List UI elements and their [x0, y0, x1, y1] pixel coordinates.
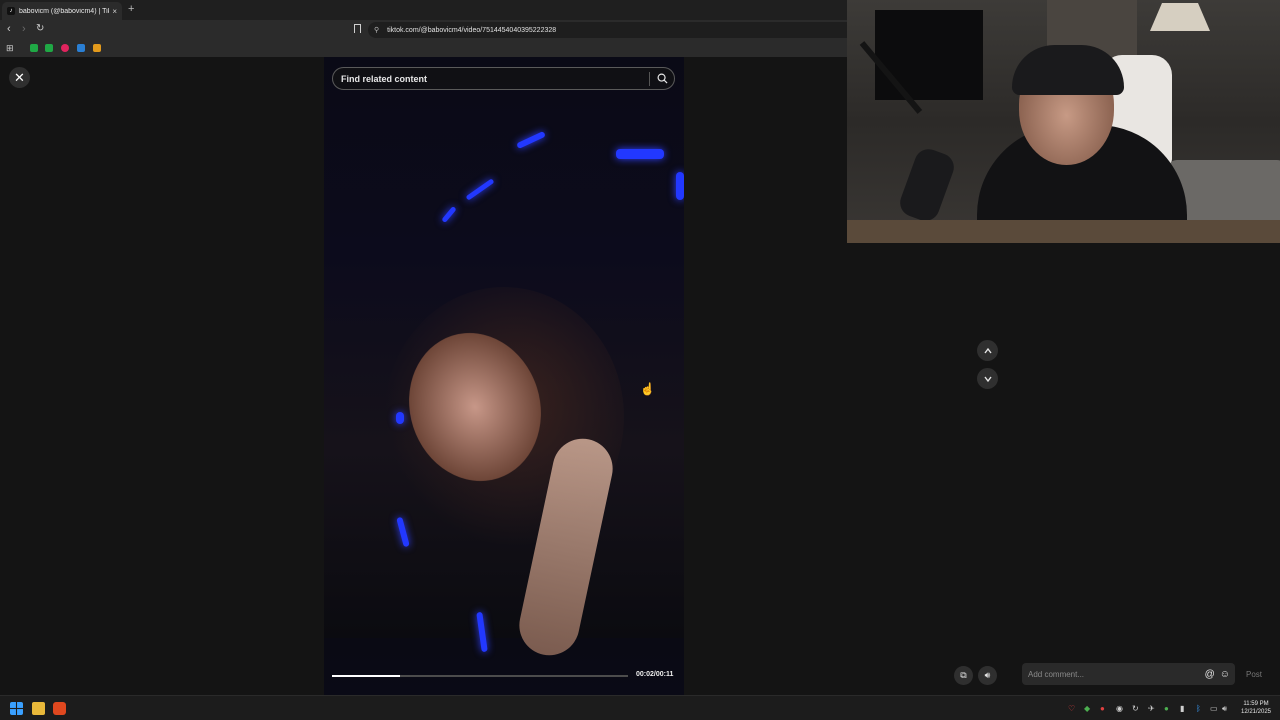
tray-network-icon[interactable]: ▭ [1210, 704, 1218, 713]
browser-toolbar: ‹ › ↻ ⚲ tiktok.com/@babovicm4/video/7514… [0, 20, 847, 40]
webcam-tv [875, 10, 983, 100]
bookmark-icon[interactable] [354, 24, 361, 33]
search-bar[interactable] [332, 67, 675, 90]
browser-tab-strip: ♪ babovicm (@babovicm4) | Tik × + [0, 0, 847, 20]
mention-icon[interactable]: @ [1205, 669, 1215, 680]
tray-nvidia-icon[interactable]: ◆ [1084, 704, 1090, 713]
address-bar[interactable]: ⚲ tiktok.com/@babovicm4/video/7514454040… [368, 22, 847, 38]
clock-time: 11:59 PM [1243, 701, 1269, 707]
url-text: tiktok.com/@babovicm4/video/751445404039… [387, 26, 557, 34]
forward-icon[interactable]: › [22, 23, 26, 35]
bookmark-gmail-icon[interactable] [93, 44, 101, 52]
floating-player-button[interactable]: ⧉ [954, 666, 973, 685]
neon-light [676, 172, 684, 200]
tab-close-icon[interactable]: × [112, 7, 117, 16]
bookmark-sheets-icon[interactable] [30, 44, 38, 52]
tiktok-favicon-icon: ♪ [7, 7, 15, 15]
file-explorer-icon[interactable] [32, 702, 45, 715]
reload-icon[interactable]: ↻ [36, 23, 44, 34]
tray-usb-icon[interactable]: ▮ [1180, 704, 1184, 713]
emoji-icon[interactable]: ☺ [1220, 669, 1230, 680]
search-button[interactable] [650, 68, 674, 89]
brave-browser-icon[interactable] [53, 702, 66, 715]
chevron-up-icon [983, 347, 992, 353]
close-viewer-button[interactable]: ✕ [9, 67, 30, 88]
neon-light [476, 611, 488, 653]
site-info-icon[interactable]: ⚲ [374, 26, 379, 34]
bookmarks-bar: ⊞ [0, 40, 847, 57]
video-player[interactable] [324, 57, 684, 695]
tray-discord-icon[interactable]: ◉ [1116, 704, 1123, 713]
tray-bluetooth-icon[interactable]: ᛒ [1196, 704, 1201, 713]
tray-chrome-icon[interactable]: ● [1164, 704, 1169, 713]
search-icon [657, 73, 668, 84]
comment-bar[interactable]: @ ☺ [1022, 663, 1235, 685]
volume-button[interactable]: 🔊︎ [978, 666, 997, 685]
browser-tab[interactable]: ♪ babovicm (@babovicm4) | Tik × [2, 2, 122, 20]
new-tab-button[interactable]: + [128, 3, 134, 15]
taskbar-clock[interactable]: 11:59 PM 12/21/2025 [1236, 700, 1276, 716]
neon-light [441, 205, 457, 224]
neon-light [396, 516, 410, 548]
neon-light [396, 412, 404, 424]
tab-title: babovicm (@babovicm4) | Tik [19, 7, 110, 15]
floating-player-icon: ⧉ [960, 670, 967, 680]
webcam-desk [847, 220, 1280, 243]
back-icon[interactable]: ‹ [7, 23, 11, 35]
tray-volume-icon[interactable]: 🔊︎ [1222, 704, 1227, 714]
tray-mic-icon[interactable]: ● [1100, 704, 1105, 713]
search-input[interactable] [341, 73, 649, 84]
bookmark-check-icon[interactable] [77, 44, 85, 52]
webcam-overlay [847, 0, 1280, 243]
bookmark-sheets2-icon[interactable] [45, 44, 53, 52]
webcam-lamp [1150, 3, 1210, 31]
windows-start-icon[interactable] [10, 702, 23, 715]
tray-steam-icon[interactable]: ✈ [1148, 704, 1155, 713]
previous-video-button[interactable] [977, 340, 998, 361]
apps-grid-icon[interactable]: ⊞ [6, 43, 14, 54]
neon-light [616, 149, 664, 159]
clock-date: 12/21/2025 [1240, 709, 1272, 715]
post-comment-button[interactable]: Post [1246, 670, 1262, 679]
tray-heart-icon[interactable]: ♡ [1068, 704, 1075, 713]
windows-taskbar: ♡ ◆ ● ◉ ↻ ✈ ● ▮ ᛒ ▭ 🔊︎ 11:59 PM 12/21/20… [0, 695, 1280, 720]
video-progress-fill [332, 675, 401, 677]
video-time: 00:02/00:11 [636, 671, 674, 678]
neon-light [465, 178, 495, 201]
comment-input[interactable] [1028, 669, 1205, 679]
bookmark-red-icon[interactable] [61, 44, 69, 52]
hand-cursor-icon: ☝ [640, 382, 655, 396]
tray-arrow-icon[interactable]: ↻ [1132, 704, 1139, 713]
next-video-button[interactable] [977, 368, 998, 389]
webcam-microphone [896, 145, 958, 225]
chevron-down-icon [983, 376, 992, 382]
volume-icon: 🔊︎ [984, 670, 991, 680]
video-progress-bar[interactable] [332, 675, 628, 677]
neon-light [516, 130, 546, 150]
